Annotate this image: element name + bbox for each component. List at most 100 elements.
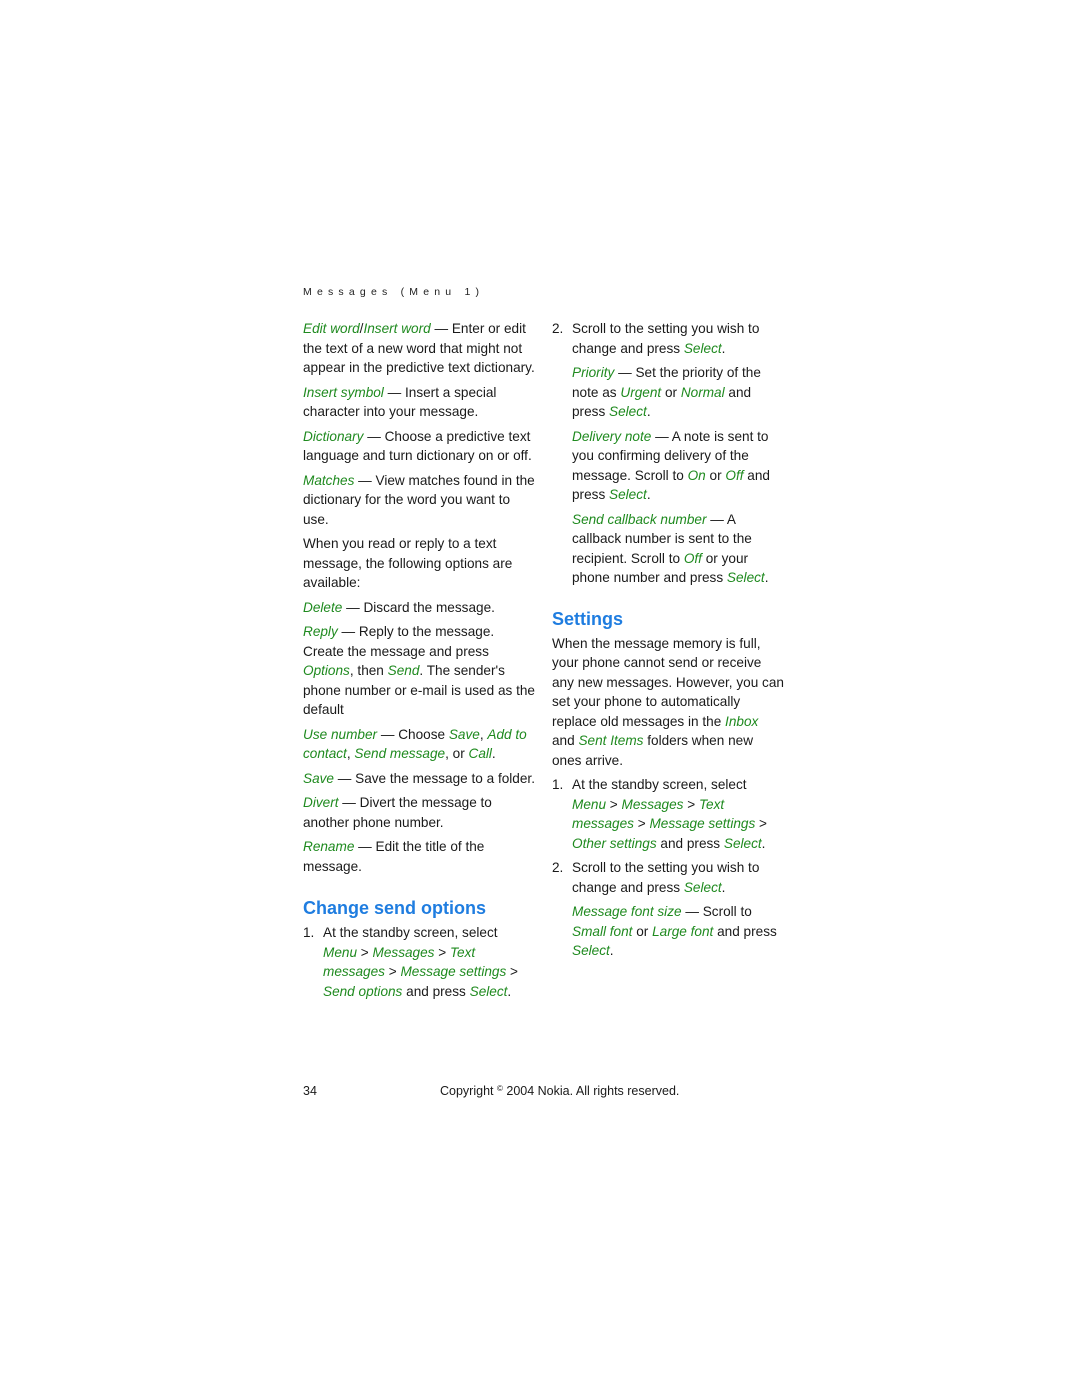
page-number: 34 (303, 1084, 317, 1098)
step-text: At the standby screen, select Menu > Mes… (323, 923, 535, 1001)
term: Insert symbol (303, 384, 384, 400)
select-key: Select (469, 983, 508, 999)
copyright: Copyright © 2004 Nokia. All rights reser… (440, 1084, 679, 1098)
term: Call (468, 746, 492, 761)
menu-path: Messages (372, 944, 435, 960)
term: Off (725, 467, 744, 483)
desc: , or (445, 746, 469, 761)
term: Off (683, 550, 702, 566)
desc: — Choose (377, 726, 449, 742)
desc: Scroll to the setting you wish to change… (572, 321, 760, 356)
desc: . (721, 879, 726, 895)
step-1: 1. At the standby screen, select Menu > … (303, 923, 535, 1001)
term: Divert (303, 795, 339, 810)
desc: — Save the message to a folder. (333, 770, 535, 786)
term: Use number (303, 726, 378, 742)
term: Edit word (303, 321, 360, 336)
option-reply: Reply — Reply to the message. Create the… (303, 622, 535, 720)
step-number: 2. (552, 860, 564, 875)
term: Inbox (725, 713, 759, 729)
settings-step-1: 1. At the standby screen, select Menu > … (552, 775, 784, 853)
term: Large font (652, 923, 714, 939)
sep: > (357, 944, 373, 960)
select-key: Select (572, 943, 610, 958)
option-rename: Rename — Edit the title of the message. (303, 837, 535, 876)
term: Delete (303, 599, 343, 615)
left-column: Edit word/Insert word — Enter or edit th… (303, 319, 535, 1006)
option-delivery-note: Delivery note — A note is sent to you co… (572, 427, 784, 505)
term: On (687, 467, 706, 483)
desc: . (507, 983, 512, 999)
term: Send (387, 663, 420, 678)
option-divert: Divert — Divert the message to another p… (303, 793, 535, 832)
sep: > (633, 816, 650, 831)
sep: > (755, 816, 767, 831)
heading-settings: Settings (552, 608, 624, 629)
desc: or (632, 923, 653, 939)
desc: At the standby screen, select (323, 925, 498, 940)
desc: . (761, 835, 766, 851)
desc: — Discard the message. (342, 599, 495, 615)
desc: At the standby screen, select (572, 777, 747, 792)
term: Priority (572, 365, 615, 380)
sep: > (606, 796, 622, 812)
option-use-number: Use number — Choose Save, Add to contact… (303, 725, 535, 764)
right-column: 2. Scroll to the setting you wish to cha… (552, 319, 784, 966)
term: Delivery note (572, 428, 652, 444)
sep: > (384, 964, 401, 979)
read-reply-intro: When you read or reply to a text message… (303, 536, 513, 590)
step-number: 2. (552, 321, 564, 336)
select-key: Select (609, 487, 647, 502)
term: Urgent (620, 384, 662, 400)
step-2: 2. Scroll to the setting you wish to cha… (552, 319, 784, 358)
term: Rename (303, 839, 355, 854)
desc: or (661, 384, 681, 400)
select-key: Select (683, 340, 722, 356)
option-edit-word: Edit word/Insert word — Enter or edit th… (303, 319, 535, 378)
select-key: Select (609, 404, 647, 419)
option-insert-symbol: Insert symbol — Insert a special charact… (303, 383, 535, 422)
option-save: Save — Save the message to a folder. (303, 769, 535, 789)
desc: Scroll to the setting you wish to change… (572, 860, 760, 895)
term: Sent Items (578, 733, 644, 748)
step-number: 1. (552, 777, 564, 792)
desc: and press (402, 983, 470, 999)
term: Message font size (572, 904, 682, 919)
option-send-callback-number: Send callback number — A callback number… (572, 510, 784, 588)
desc: . (764, 570, 769, 585)
desc: and press (713, 923, 777, 939)
desc: . (646, 404, 651, 419)
desc: , then (349, 663, 388, 678)
desc: and (552, 733, 579, 748)
menu-path: Menu (572, 796, 607, 812)
term: Matches (303, 472, 355, 488)
menu-path: Message settings (400, 964, 507, 979)
term: Save (448, 726, 480, 742)
term: Options (303, 663, 350, 678)
settings-intro: When the message memory is full, your ph… (552, 634, 784, 771)
select-key: Select (683, 879, 722, 895)
step-text: Scroll to the setting you wish to change… (572, 858, 784, 897)
menu-path: Other settings (572, 835, 657, 851)
term: Normal (680, 384, 725, 400)
select-key: Select (723, 835, 762, 851)
desc: . (721, 340, 726, 356)
desc: and press (656, 835, 724, 851)
option-dictionary: Dictionary — Choose a predictive text la… (303, 427, 535, 466)
copyright-text: 2004 Nokia. All rights reserved. (502, 1084, 680, 1098)
term: Save (303, 770, 334, 786)
option-delete: Delete — Discard the message. (303, 598, 535, 618)
heading-change-send-options: Change send options (303, 898, 487, 918)
copyright-text: Copyright (440, 1084, 497, 1098)
term: Send callback number (572, 511, 707, 527)
term: Dictionary (303, 428, 364, 444)
menu-path: Message settings (649, 816, 756, 831)
running-head: Messages (Menu 1) (303, 286, 485, 298)
menu-path: Messages (621, 796, 684, 812)
option-priority: Priority — Set the priority of the note … (572, 363, 784, 422)
desc: . (609, 943, 614, 958)
menu-path: Send options (323, 983, 403, 999)
option-message-font-size: Message font size — Scroll to Small font… (572, 902, 784, 961)
desc: . (646, 487, 651, 502)
term: Small font (572, 923, 633, 939)
